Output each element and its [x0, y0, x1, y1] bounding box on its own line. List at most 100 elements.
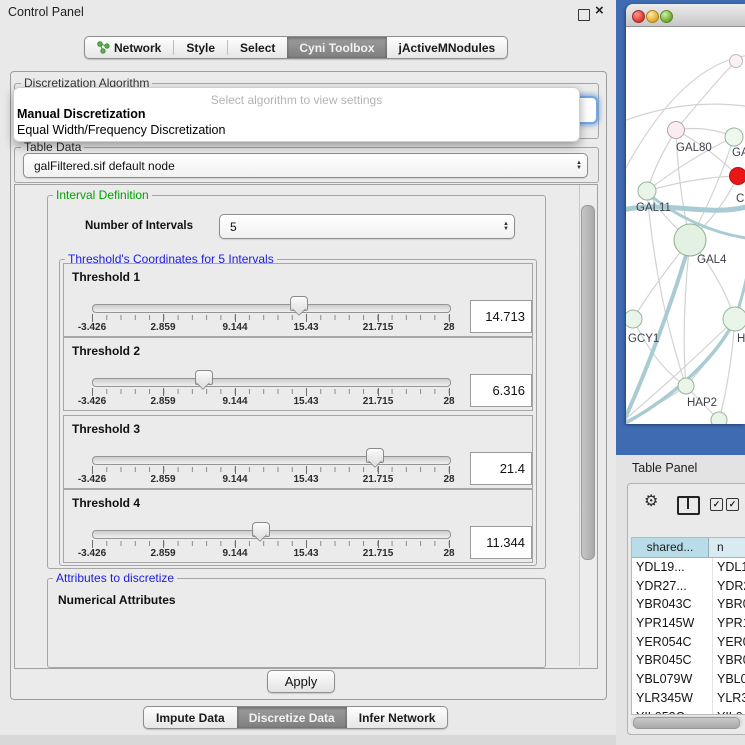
node-selected-red[interactable] [730, 168, 745, 185]
slider-track[interactable] [92, 530, 451, 539]
tab-impute-data-label: Impute Data [156, 711, 225, 725]
algorithm-dropdown-popup: Select algorithm to view settings Manual… [13, 87, 580, 142]
slider-thumb[interactable] [366, 448, 384, 463]
node-label: C [736, 193, 744, 205]
table-panel-title: Table Panel [632, 461, 697, 475]
scale-label: 21.715 [363, 474, 394, 485]
node-label: HAP2 [687, 397, 717, 409]
threshold-value-field[interactable]: 11.344 [470, 526, 532, 559]
scale-label: 9.144 [222, 396, 247, 407]
horizontal-scrollbar-thumb[interactable] [633, 717, 740, 729]
tab-impute-data[interactable]: Impute Data [144, 707, 237, 728]
tab-infer-network[interactable]: Infer Network [347, 707, 448, 728]
threshold-panel: Threshold 3 -3.426 2.859 9.144 15.43 21.… [63, 415, 533, 489]
slider-minor-ticks [92, 389, 450, 394]
threshold-label: Threshold 2 [72, 344, 140, 358]
slider-track[interactable] [92, 378, 451, 387]
node[interactable] [730, 55, 743, 68]
table-row[interactable]: YLR345WYLR3 [632, 689, 745, 708]
table-cell: YBR045C [632, 651, 713, 670]
table-row[interactable]: YER054CYER0 [632, 633, 745, 652]
threshold-panel: Threshold 1 -3.426 2.859 9.144 15.43 21.… [63, 263, 533, 337]
tab-style-label: Style [186, 41, 215, 55]
node-label: GAL80 [676, 142, 712, 154]
checkbox-icon[interactable]: ✓ [710, 498, 723, 511]
table-data-group: Table Data galFiltered.sif default node … [14, 147, 599, 183]
node-gal80[interactable] [668, 122, 685, 139]
table-cell: YPR1 [713, 614, 745, 633]
zoom-traffic-light[interactable] [660, 10, 673, 23]
table-row[interactable]: YDL19...YDL1 [632, 558, 745, 577]
table-row[interactable]: YPR145WYPR1 [632, 614, 745, 633]
slider-thumb[interactable] [252, 522, 270, 537]
table-row[interactable]: YIL052CYIL0 [632, 708, 745, 716]
node-gal11[interactable] [638, 182, 656, 200]
slider-track[interactable] [92, 456, 451, 465]
tab-select[interactable]: Select [228, 37, 287, 58]
tab-style[interactable]: Style [174, 37, 227, 58]
close-traffic-light[interactable] [632, 10, 645, 23]
minimize-traffic-light[interactable] [646, 10, 659, 23]
table-cell: YER054C [632, 633, 713, 652]
tab-cyni-toolbox[interactable]: Cyni Toolbox [287, 37, 386, 58]
table-row[interactable]: YDR27...YDR2 [632, 577, 745, 596]
top-tab-bar: Network Style Select Cyni Toolbox jActiv… [84, 36, 508, 59]
slider-thumb[interactable] [195, 370, 213, 385]
slider-track[interactable] [92, 304, 451, 313]
interval-definition-title: Interval Definition [53, 188, 152, 202]
threshold-value-field[interactable]: 21.4 [470, 452, 532, 485]
scale-label: 28 [443, 396, 454, 407]
apply-button[interactable]: Apply [267, 670, 335, 693]
close-icon[interactable]: × [595, 2, 604, 19]
bottom-tab-bar: Impute Data Discretize Data Infer Networ… [143, 706, 448, 729]
table-row[interactable]: YBR045CYBR0 [632, 651, 745, 670]
split-columns-icon[interactable] [677, 496, 700, 515]
node[interactable] [723, 307, 745, 331]
checkbox-icon[interactable]: ✓ [726, 498, 739, 511]
attributes-group: Attributes to discretize Numerical Attri… [47, 578, 546, 668]
number-of-intervals-label: Number of Intervals [85, 220, 193, 232]
table-cell: YLR3 [713, 689, 745, 708]
tab-discretize-data[interactable]: Discretize Data [237, 707, 347, 728]
table-data-value: galFiltered.sif default node [24, 159, 571, 173]
gear-icon[interactable]: ⚙ [644, 494, 658, 510]
tab-jactivemnodules[interactable]: jActiveMNodules [387, 37, 508, 58]
node-gcy1[interactable] [626, 310, 642, 328]
tab-jactivemnodules-label: jActiveMNodules [399, 41, 496, 55]
scale-label: 15.43 [293, 548, 318, 559]
vertical-scrollbar-thumb[interactable] [581, 205, 595, 560]
number-of-intervals-value: 5 [220, 220, 498, 234]
popup-option-equal-width[interactable]: Equal Width/Frequency Discretization [17, 123, 225, 137]
threshold-value-field[interactable]: 6.316 [470, 374, 532, 407]
node-hap2[interactable] [678, 378, 694, 394]
numerical-attributes-label: Numerical Attributes [58, 593, 176, 607]
node-gal4[interactable] [674, 224, 706, 256]
network-view-window[interactable]: GAL80 GA C GAL11 GAL4 GCY1 H HAP2 [626, 4, 745, 424]
scale-label: 28 [443, 474, 454, 485]
network-canvas[interactable]: GAL80 GA C GAL11 GAL4 GCY1 H HAP2 [626, 27, 745, 424]
table-data-combobox[interactable]: galFiltered.sif default node ▲▼ [23, 153, 588, 178]
scale-label: 21.715 [363, 322, 394, 333]
table-row[interactable]: YBR043CYBR0 [632, 595, 745, 614]
popup-option-manual[interactable]: Manual Discretization [17, 107, 146, 121]
node-label: GAL11 [636, 202, 671, 214]
tab-network[interactable]: Network [85, 37, 173, 58]
scale-label: 15.43 [293, 322, 318, 333]
scale-label: -3.426 [78, 474, 106, 485]
control-panel: Control Panel × Network Style Select Cyn… [0, 0, 617, 745]
tab-cyni-toolbox-label: Cyni Toolbox [299, 41, 374, 55]
slider-minor-ticks [92, 467, 450, 472]
float-window-icon[interactable] [578, 9, 590, 21]
network-window-titlebar[interactable] [626, 4, 745, 27]
number-of-intervals-combobox[interactable]: 5 ▲▼ [219, 214, 515, 239]
node[interactable] [711, 412, 727, 424]
tab-discretize-data-label: Discretize Data [249, 711, 335, 725]
table-cell: YDR27... [632, 577, 713, 596]
node[interactable] [725, 128, 743, 146]
column-header-shared-name[interactable]: shared... [632, 538, 709, 557]
table-cell: YDL1 [713, 558, 745, 577]
threshold-value-field[interactable]: 14.713 [470, 300, 532, 333]
slider-thumb[interactable] [290, 296, 308, 311]
table-row[interactable]: YBL079WYBL0 [632, 670, 745, 689]
column-header-name[interactable]: n [709, 538, 745, 557]
